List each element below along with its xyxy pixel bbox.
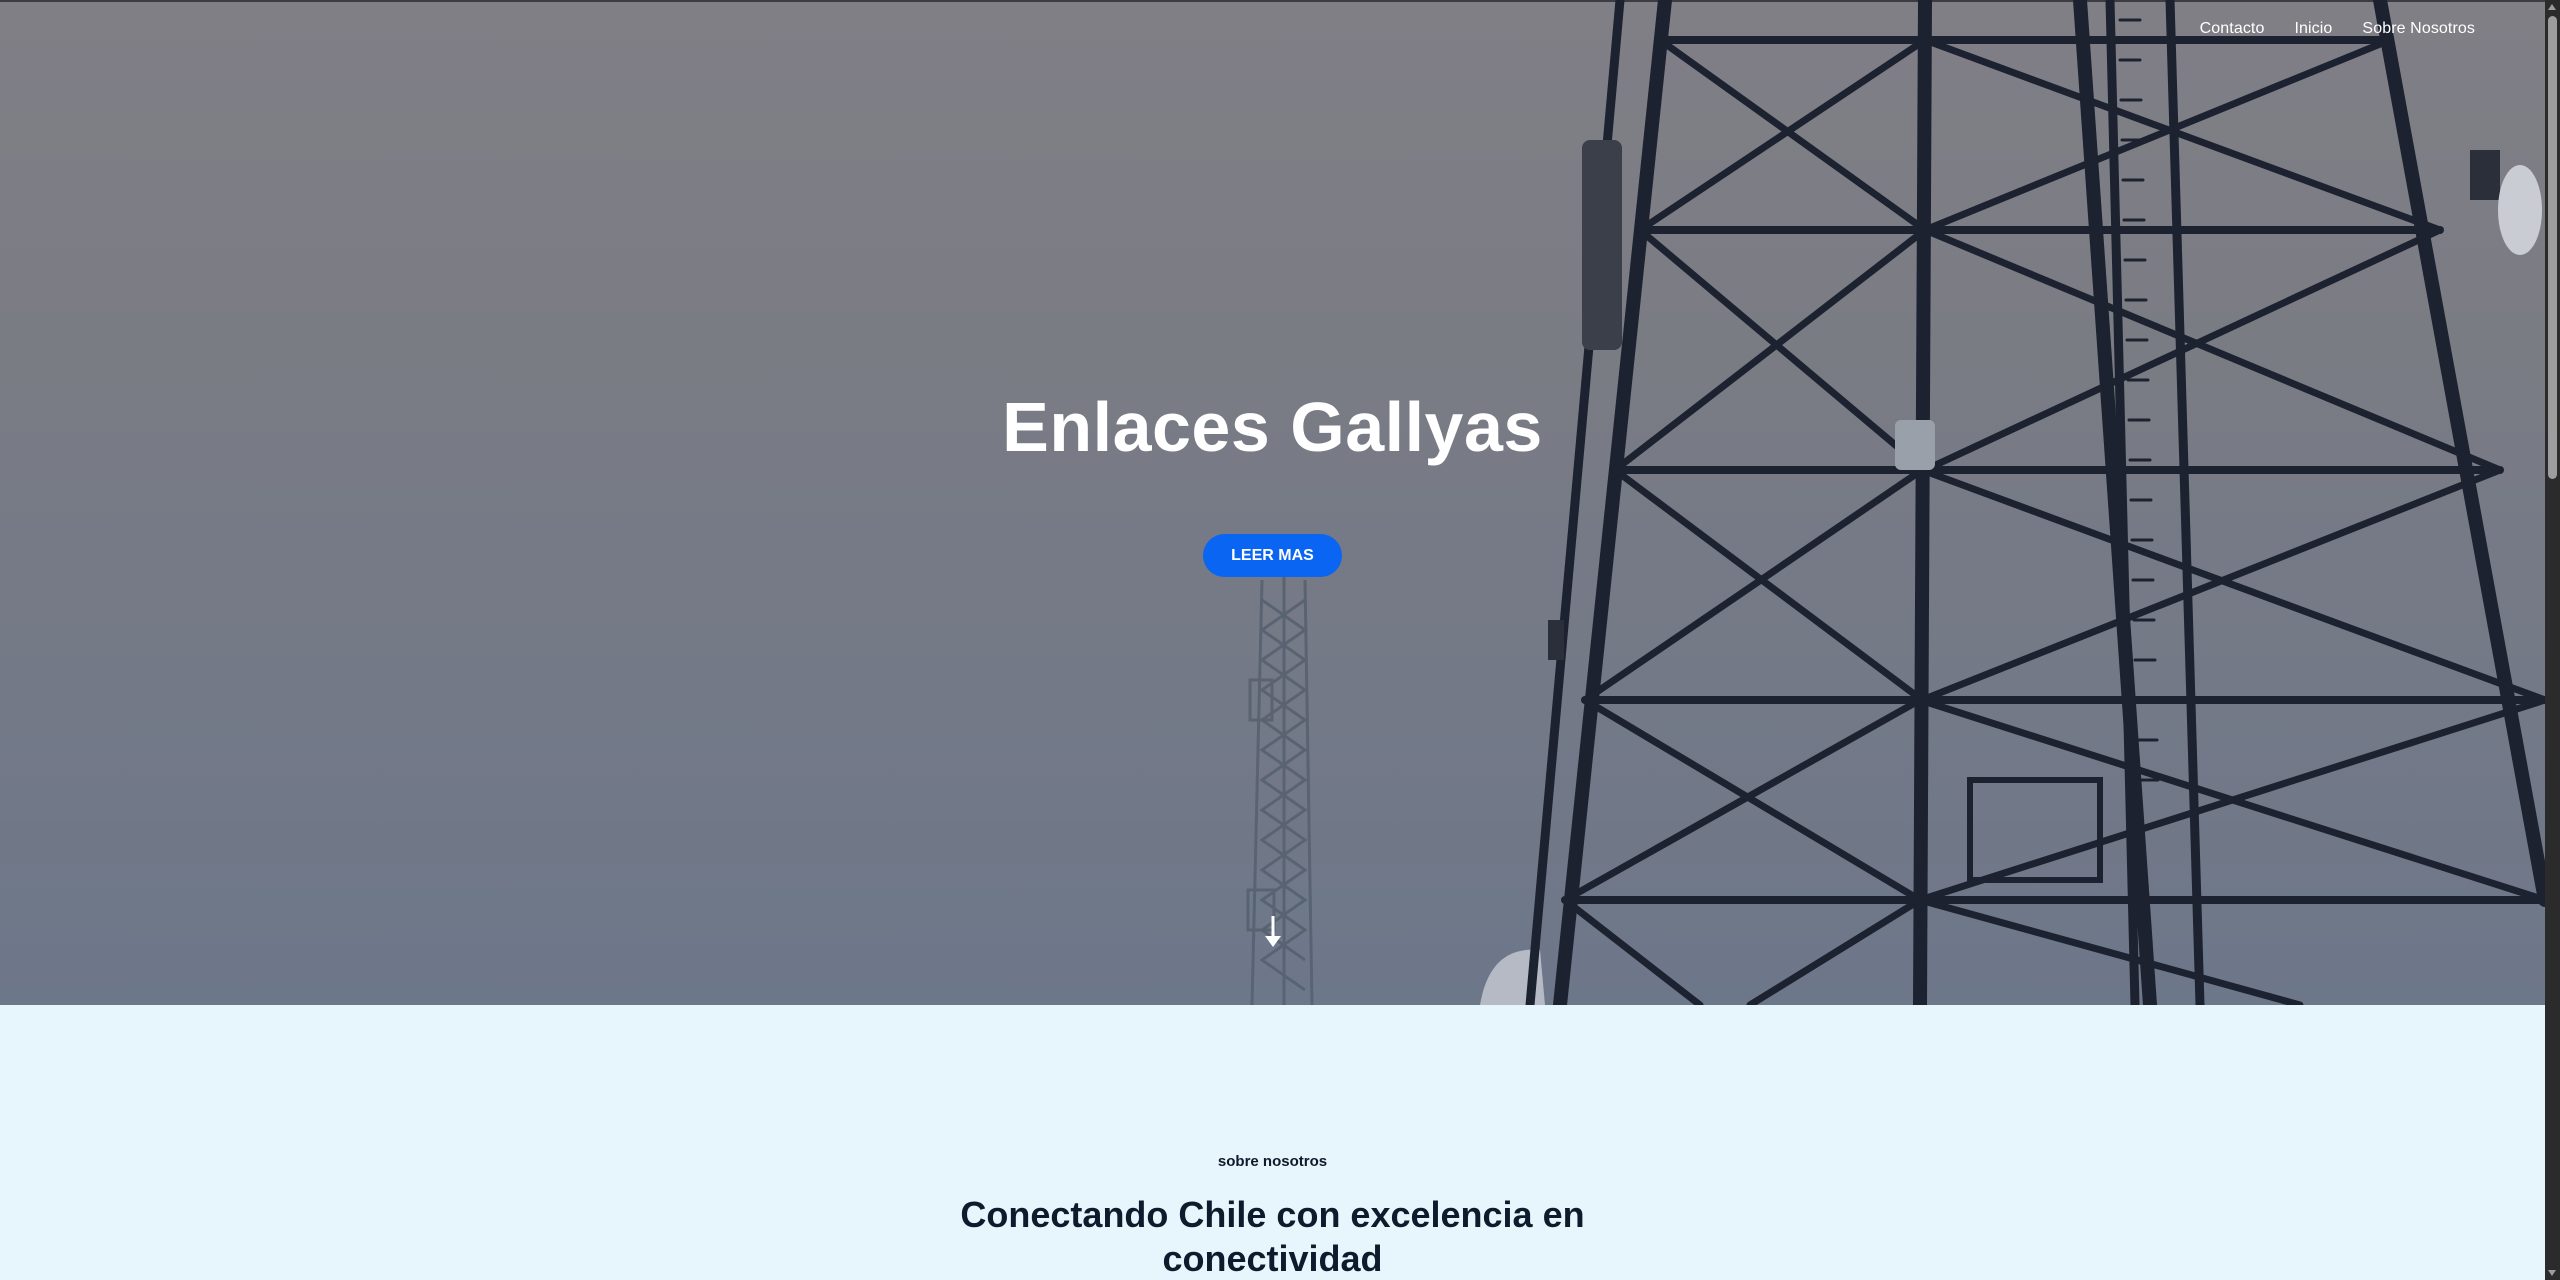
scroll-up-icon[interactable] bbox=[2548, 4, 2556, 10]
page: Contacto Inicio Sobre Nosotros Enlaces G… bbox=[0, 0, 2545, 1280]
arrow-down-icon[interactable] bbox=[1262, 914, 1284, 950]
nav-link-contacto[interactable]: Contacto bbox=[2200, 20, 2265, 38]
scroll-down-icon[interactable] bbox=[2548, 1270, 2556, 1276]
hero-section: Contacto Inicio Sobre Nosotros Enlaces G… bbox=[0, 0, 2545, 1005]
scrollbar-thumb[interactable] bbox=[2548, 16, 2557, 479]
about-section: sobre nosotros Conectando Chile con exce… bbox=[0, 1005, 2545, 1280]
hero-title: Enlaces Gallyas bbox=[1002, 388, 1543, 466]
nav-link-sobre-nosotros[interactable]: Sobre Nosotros bbox=[2362, 20, 2475, 38]
about-heading: Conectando Chile con excelencia en conec… bbox=[960, 1194, 1585, 1279]
nav-link-inicio[interactable]: Inicio bbox=[2294, 20, 2332, 38]
leer-mas-button[interactable]: LEER MAS bbox=[1203, 534, 1342, 577]
top-navigation: Contacto Inicio Sobre Nosotros bbox=[2200, 20, 2475, 38]
vertical-scrollbar[interactable] bbox=[2545, 0, 2560, 1280]
about-eyebrow: sobre nosotros bbox=[1217, 1153, 1328, 1170]
hero-background-image bbox=[1246, 0, 2545, 1005]
